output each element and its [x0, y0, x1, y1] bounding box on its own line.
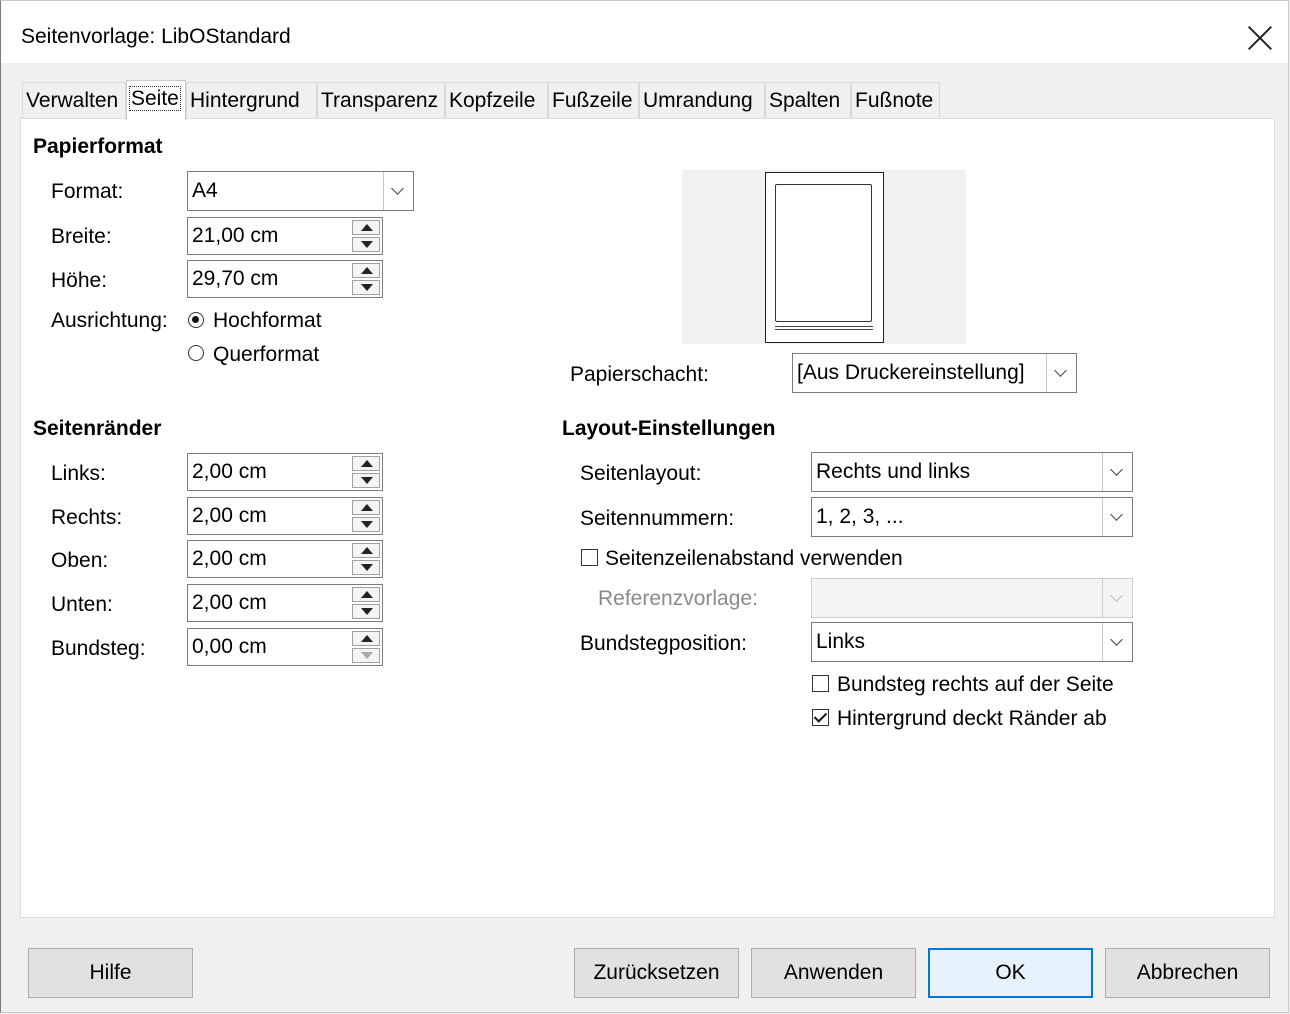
- spin-up-icon[interactable]: [352, 220, 380, 235]
- margin-top-spinner[interactable]: [352, 543, 380, 575]
- spin-up-icon[interactable]: [352, 456, 380, 471]
- spin-down-icon[interactable]: [352, 517, 380, 532]
- gutter-field[interactable]: 0,00 cm: [187, 628, 383, 666]
- spin-down-icon[interactable]: [352, 280, 380, 295]
- portrait-label[interactable]: Hochformat: [213, 309, 322, 333]
- format-label: Format:: [51, 180, 124, 203]
- page-layout-value: Rechts und links: [816, 460, 971, 483]
- gutter-right-label[interactable]: Bundsteg rechts auf der Seite: [837, 673, 1114, 697]
- chevron-down-icon: [1102, 579, 1132, 617]
- preview-footer-line: [775, 326, 873, 330]
- ok-button[interactable]: OK: [928, 948, 1093, 998]
- height-spinner[interactable]: [352, 263, 380, 295]
- paper-tray-value: [Aus Druckereinstellung]: [797, 361, 1025, 384]
- tab-seite-label: Seite: [129, 86, 181, 111]
- window-title: Seitenvorlage: LibOStandard: [21, 25, 291, 48]
- page-numbers-select[interactable]: 1, 2, 3, ...: [811, 497, 1133, 537]
- reference-style-select: [811, 578, 1133, 618]
- margin-right-spinner[interactable]: [352, 500, 380, 532]
- page-layout-label: Seitenlayout:: [580, 462, 702, 485]
- margin-left-spinner[interactable]: [352, 456, 380, 488]
- margin-left-label: Links:: [51, 462, 106, 485]
- tab-umrandung[interactable]: Umrandung: [639, 82, 765, 118]
- gutter-label: Bundsteg:: [51, 637, 146, 660]
- tab-verwalten[interactable]: Verwalten: [22, 82, 126, 118]
- chevron-down-icon[interactable]: [1102, 623, 1132, 661]
- margin-left-value: 2,00 cm: [192, 460, 267, 483]
- tab-kopfzeile[interactable]: Kopfzeile: [445, 82, 548, 118]
- margin-top-value: 2,00 cm: [192, 547, 267, 570]
- orientation-label: Ausrichtung:: [51, 309, 168, 332]
- margin-right-label: Rechts:: [51, 506, 123, 529]
- margin-bottom-spinner[interactable]: [352, 587, 380, 619]
- gutter-position-label: Bundstegposition:: [580, 632, 747, 655]
- background-covers-checkbox[interactable]: [812, 709, 829, 726]
- height-value: 29,70 cm: [192, 267, 279, 290]
- landscape-label[interactable]: Querformat: [213, 343, 319, 367]
- apply-button[interactable]: Anwenden: [751, 948, 916, 998]
- gutter-position-select[interactable]: Links: [811, 622, 1133, 662]
- paper-tray-select[interactable]: [Aus Druckereinstellung]: [792, 353, 1077, 393]
- margin-top-field[interactable]: 2,00 cm: [187, 540, 383, 578]
- margin-right-field[interactable]: 2,00 cm: [187, 497, 383, 535]
- gutter-value: 0,00 cm: [192, 635, 267, 658]
- spin-down-icon[interactable]: [352, 560, 380, 575]
- spin-down-icon: [352, 648, 380, 663]
- paper-tray-label: Papierschacht:: [570, 363, 709, 386]
- width-spinner[interactable]: [352, 220, 380, 252]
- background-covers-label[interactable]: Hintergrund deckt Ränder ab: [837, 707, 1107, 731]
- margin-left-field[interactable]: 2,00 cm: [187, 453, 383, 491]
- chevron-down-icon[interactable]: [1102, 498, 1132, 536]
- portrait-radio[interactable]: [188, 312, 204, 328]
- section-margins: Seitenränder: [33, 417, 162, 440]
- margin-bottom-value: 2,00 cm: [192, 591, 267, 614]
- width-label: Breite:: [51, 225, 112, 248]
- spin-up-icon[interactable]: [352, 543, 380, 558]
- tab-seite[interactable]: Seite: [126, 80, 186, 120]
- page-layout-select[interactable]: Rechts und links: [811, 452, 1133, 492]
- tab-transparenz[interactable]: Transparenz: [317, 82, 445, 118]
- spin-up-icon[interactable]: [352, 263, 380, 278]
- tab-fusszeile[interactable]: Fußzeile: [548, 82, 639, 118]
- format-select[interactable]: A4: [187, 171, 414, 211]
- spin-down-icon[interactable]: [352, 237, 380, 252]
- spin-up-icon[interactable]: [352, 500, 380, 515]
- chevron-down-icon[interactable]: [1046, 354, 1076, 392]
- cancel-button[interactable]: Abbrechen: [1105, 948, 1270, 998]
- height-label: Höhe:: [51, 269, 108, 292]
- title-bar: Seitenvorlage: LibOStandard: [1, 1, 1288, 63]
- spin-up-icon[interactable]: [352, 631, 380, 646]
- margin-right-value: 2,00 cm: [192, 504, 267, 527]
- margin-bottom-field[interactable]: 2,00 cm: [187, 584, 383, 622]
- landscape-radio[interactable]: [188, 345, 204, 361]
- height-field[interactable]: 29,70 cm: [187, 260, 383, 298]
- page-numbers-label: Seitennummern:: [580, 507, 735, 530]
- section-layout: Layout-Einstellungen: [562, 417, 776, 440]
- chevron-down-icon[interactable]: [383, 172, 413, 210]
- page-numbers-value: 1, 2, 3, ...: [816, 505, 904, 528]
- spin-down-icon[interactable]: [352, 473, 380, 488]
- tab-fussnote[interactable]: Fußnote: [851, 82, 940, 118]
- format-value: A4: [192, 179, 218, 202]
- width-field[interactable]: 21,00 cm: [187, 217, 383, 255]
- spin-up-icon[interactable]: [352, 587, 380, 602]
- gutter-position-value: Links: [816, 630, 866, 653]
- spin-down-icon[interactable]: [352, 604, 380, 619]
- gutter-spinner[interactable]: [352, 631, 380, 663]
- width-value: 21,00 cm: [192, 224, 279, 247]
- reference-style-label: Referenzvorlage:: [598, 587, 758, 610]
- preview-text-area: [775, 184, 872, 322]
- tab-spalten[interactable]: Spalten: [765, 82, 851, 118]
- section-paper-format: Papierformat: [33, 135, 163, 158]
- register-true-checkbox[interactable]: [581, 549, 598, 566]
- close-icon[interactable]: [1247, 25, 1273, 51]
- help-button[interactable]: Hilfe: [28, 948, 193, 998]
- register-true-label[interactable]: Seitenzeilenabstand verwenden: [605, 547, 903, 571]
- reset-button[interactable]: Zurücksetzen: [574, 948, 739, 998]
- tab-hintergrund[interactable]: Hintergrund: [186, 82, 317, 118]
- gutter-right-checkbox[interactable]: [812, 675, 829, 692]
- chevron-down-icon[interactable]: [1102, 453, 1132, 491]
- margin-top-label: Oben:: [51, 549, 109, 572]
- margin-bottom-label: Unten:: [51, 593, 113, 616]
